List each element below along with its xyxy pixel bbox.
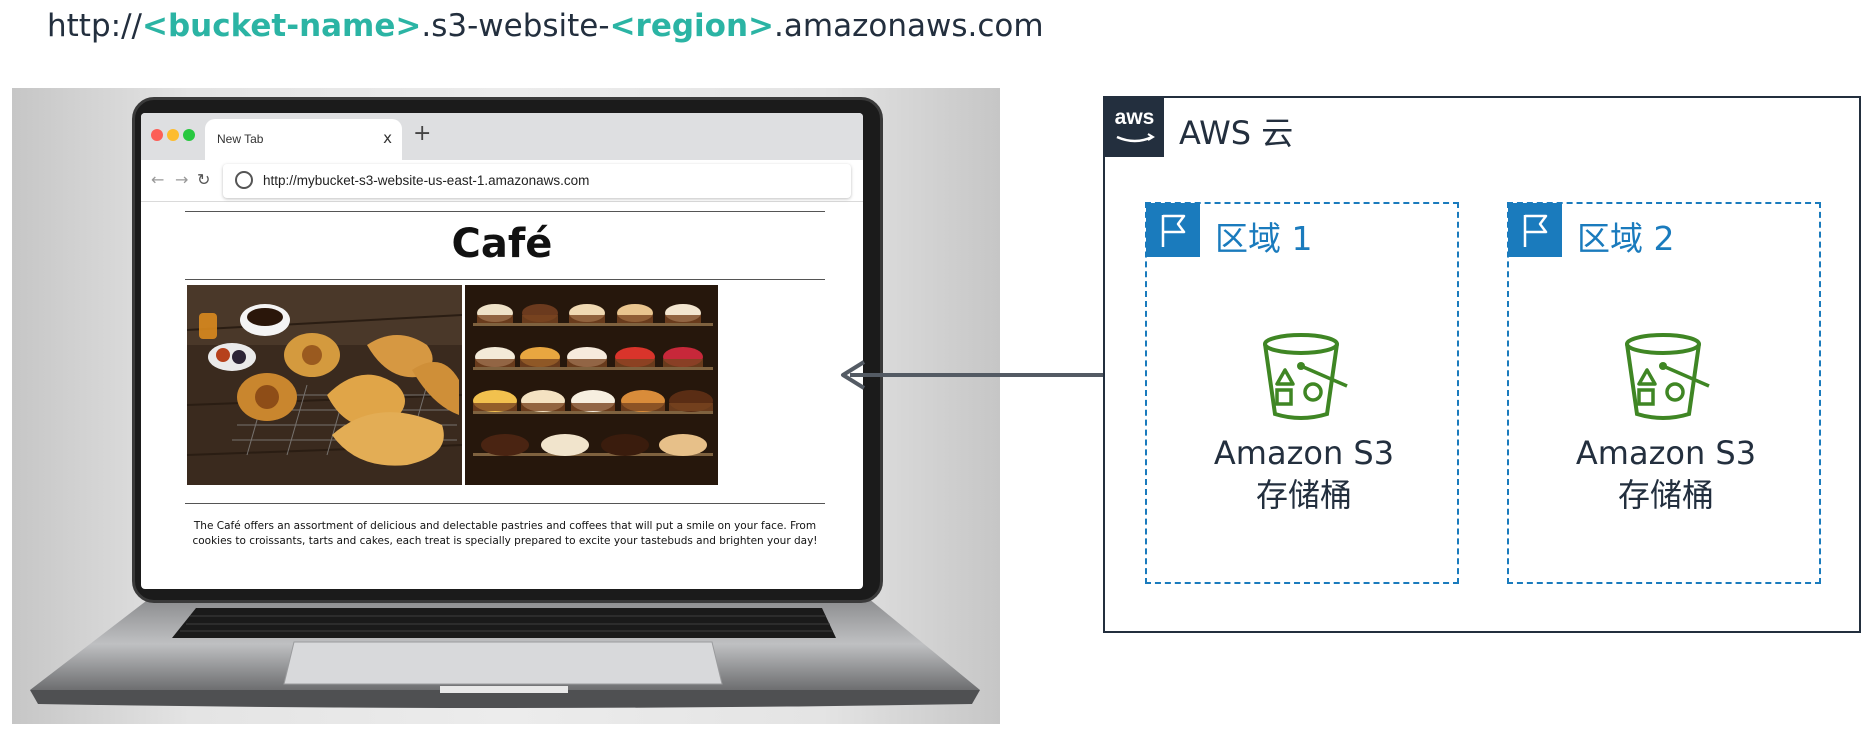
bucket-1-label-line2: 存储桶 bbox=[1255, 476, 1352, 514]
bucket-2-label-line1: Amazon S3 bbox=[1575, 434, 1757, 472]
lid-notch bbox=[440, 686, 568, 693]
keyboard bbox=[172, 608, 836, 638]
caption-rule bbox=[185, 503, 825, 504]
flag-icon bbox=[1508, 203, 1562, 257]
back-icon[interactable]: ← bbox=[151, 170, 164, 189]
s3-bucket-icon bbox=[1625, 333, 1710, 420]
new-tab-icon[interactable]: + bbox=[413, 121, 431, 146]
aws-cloud-group: aws AWS 云 区域 1 Amazon S3 存储桶 区域 2 Amazon… bbox=[1103, 96, 1861, 633]
tab-close-icon[interactable]: x bbox=[383, 129, 392, 147]
cakes-photo bbox=[465, 285, 718, 485]
region-1-label: 区域 1 bbox=[1215, 219, 1313, 258]
region-2-label: 区域 2 bbox=[1577, 219, 1675, 258]
browser-tab-strip: New Tab x + bbox=[141, 113, 863, 160]
website-page: Café The Café offers an assortment of de… bbox=[141, 201, 863, 589]
laptop-screen: New Tab x + ← → ↻ http://mybucket-s3-web… bbox=[141, 113, 863, 589]
pastries-photo bbox=[187, 285, 462, 485]
trackpad bbox=[283, 641, 723, 685]
bucket-2-label: Amazon S3 存储桶 bbox=[1509, 432, 1823, 516]
title-rule-bottom bbox=[185, 279, 825, 280]
bucket-2-label-line2: 存储桶 bbox=[1617, 476, 1714, 514]
aws-cloud-title: AWS 云 bbox=[1179, 114, 1294, 152]
browser-tab[interactable]: New Tab x bbox=[205, 119, 402, 160]
region-1-group: 区域 1 Amazon S3 存储桶 bbox=[1145, 202, 1459, 584]
reload-icon[interactable]: ↻ bbox=[197, 170, 210, 189]
cafe-caption: The Café offers an assortment of delicio… bbox=[192, 520, 818, 547]
forward-icon[interactable]: → bbox=[175, 170, 188, 189]
bucket-1-label-line1: Amazon S3 bbox=[1213, 434, 1395, 472]
window-maximize-dot[interactable] bbox=[183, 129, 195, 141]
address-text[interactable]: http://mybucket-s3-website-us-east-1.ama… bbox=[263, 173, 589, 188]
title-rule-top bbox=[185, 211, 825, 212]
window-minimize-dot[interactable] bbox=[167, 129, 179, 141]
cafe-title: Café bbox=[451, 221, 553, 267]
aws-logo-icon: aws bbox=[1105, 98, 1164, 157]
tab-title: New Tab bbox=[217, 132, 264, 146]
address-bar[interactable]: http://mybucket-s3-website-us-east-1.ama… bbox=[223, 164, 851, 198]
browser-toolbar: ← → ↻ http://mybucket-s3-website-us-east… bbox=[141, 160, 863, 202]
globe-icon bbox=[235, 171, 253, 189]
window-close-dot[interactable] bbox=[151, 129, 163, 141]
region-2-group: 区域 2 Amazon S3 存储桶 bbox=[1507, 202, 1821, 584]
bucket-1-label: Amazon S3 存储桶 bbox=[1147, 432, 1461, 516]
s3-bucket-icon bbox=[1263, 333, 1348, 420]
flag-icon bbox=[1146, 203, 1200, 257]
